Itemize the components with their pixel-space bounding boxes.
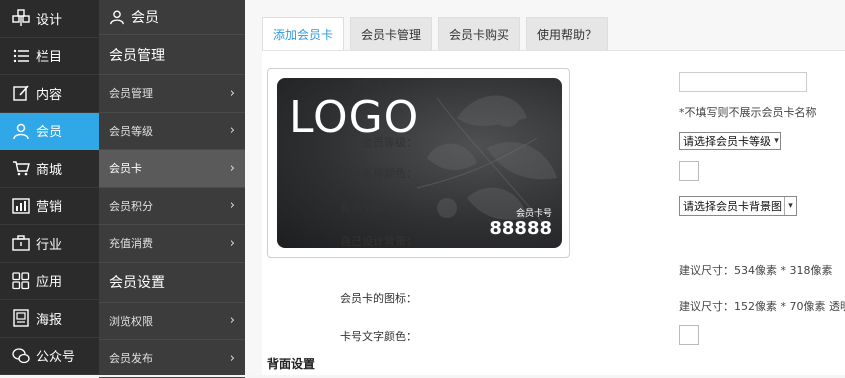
apps-icon [12,272,30,290]
icon-size-hint: 建议尺寸：152像素 * 70像素 透明图 [679,300,845,313]
chevron-right-icon: › [229,350,235,366]
back-settings-title: 背面设置 [267,357,316,371]
nav-item-official-account[interactable]: 公众号 [0,338,99,375]
tab-card-purchase[interactable]: 会员卡购买 [438,17,521,50]
member-card-preview: LOGO 会员卡号 88888 [277,78,562,248]
subnav-item-label: 充值消费 [109,237,153,251]
nav-label: 营销 [36,200,63,216]
card-preview-frame: LOGO 会员卡号 88888 [267,68,570,258]
nav-item-content[interactable]: 内容 [0,75,99,113]
number-color-label: 卡号文字颜色： [340,330,417,343]
chevron-right-icon: › [229,198,235,214]
nav-item-apps[interactable]: 应用 [0,263,99,300]
main-content: 添加会员卡 会员卡管理 会员卡购买 使用帮助？ LOGO 会员卡号 88888 … [245,0,845,375]
subnav-title: 会员 [131,10,159,26]
list-icon [12,47,30,65]
nav-item-industry[interactable]: 行业 [0,225,99,263]
card-background-value: 请选择会员卡背景图 [683,200,782,213]
nav-label: 应用 [36,275,63,291]
user-icon [109,9,125,25]
card-number: 88888 [489,218,552,239]
card-background-select[interactable]: 请选择会员卡背景图 ▾ [679,196,797,216]
member-level-label: 会员等级： [362,136,417,149]
nav-label: 会员 [36,125,63,141]
member-subnav: 会员 会员管理 会员管理 › 会员等级 › 会员卡 › 会员积分 › 充值消费 … [99,0,245,378]
tab-card-management[interactable]: 会员卡管理 [350,17,433,50]
nav-item-member[interactable]: 会员 [0,112,99,150]
nav-label: 商城 [36,162,63,178]
nav-label: 设计 [36,12,63,28]
chevron-right-icon: › [229,313,235,329]
nav-item-shop[interactable]: 商城 [0,150,99,188]
subnav-item-label: 会员发布 [109,352,153,366]
subnav-item-browse-permission[interactable]: 浏览权限 › [99,303,245,340]
nav-label: 公众号 [36,350,76,366]
nav-item-poster[interactable]: 海报 [0,300,99,338]
tab-add-card[interactable]: 添加会员卡 [262,17,345,50]
subnav-item-label: 会员积分 [109,199,153,213]
tab-help[interactable]: 使用帮助？ [526,17,609,50]
member-level-value: 请选择会员卡等级 [683,135,771,148]
nav-item-columns[interactable]: 栏目 [0,38,99,75]
cart-icon [12,159,30,177]
chevron-down-icon: ▾ [784,197,796,215]
section-title: 会员管理 [109,47,165,64]
background-size-hint: 建议尺寸：534像素 * 318像素 [679,264,833,277]
subnav-section-member-management: 会员管理 [99,35,245,75]
card-background-label: 会员卡的背景： [340,201,417,214]
card-name-color-label: 会员卡名称颜色： [329,167,417,180]
chevron-down-icon: ▾ [774,136,779,146]
user-icon [12,122,30,140]
subnav-item-label: 会员卡 [109,162,142,176]
custom-background-label: 自己设计背景： [340,235,417,248]
edit-icon [12,84,30,102]
nav-item-design[interactable]: 设计 [0,0,99,38]
subnav-item-label: 会员等级 [109,124,153,138]
member-level-select[interactable]: 请选择会员卡等级 ▾ [679,132,781,150]
chevron-right-icon: › [229,160,235,176]
subnav-item-label: 会员管理 [109,87,153,101]
card-name-input[interactable] [679,72,807,92]
card-icon-label: 会员卡的图标： [340,292,417,305]
chevron-right-icon: › [229,85,235,101]
number-color-picker[interactable] [679,325,699,345]
chart-icon [12,197,30,215]
design-icon [12,9,30,27]
chevron-right-icon: › [229,235,235,251]
subnav-section-member-settings: 会员设置 [99,263,245,303]
subnav-item-member-management[interactable]: 会员管理 › [99,75,245,113]
chevron-right-icon: › [229,123,235,139]
subnav-item-recharge[interactable]: 充值消费 › [99,225,245,263]
card-name-hint: *不填写则不展示会员卡名称 [679,106,817,119]
subnav-item-member-level[interactable]: 会员等级 › [99,113,245,150]
subnav-item-member-points[interactable]: 会员积分 › [99,188,245,225]
nav-label: 栏目 [36,50,63,66]
briefcase-icon [12,234,30,252]
card-name-color-picker[interactable] [679,161,699,181]
subnav-item-member-publish[interactable]: 会员发布 › [99,340,245,378]
subnav-header: 会员 [99,0,245,35]
subnav-item-member-card[interactable]: 会员卡 › [99,150,245,188]
tab-bar: 添加会员卡 会员卡管理 会员卡购买 使用帮助？ [262,17,614,50]
nav-label: 内容 [36,87,63,103]
card-name-label: 会员卡名称： [351,78,417,91]
main-sidebar: 设计 栏目 内容 会员 商城 营销 行业 应用 海报 公众号 [0,0,99,375]
poster-icon [12,309,30,327]
nav-item-marketing[interactable]: 营销 [0,188,99,225]
wechat-icon [12,347,30,365]
subnav-item-label: 浏览权限 [109,314,153,328]
section-title: 会员设置 [109,275,165,291]
nav-label: 行业 [36,237,63,253]
nav-label: 海报 [36,312,63,328]
